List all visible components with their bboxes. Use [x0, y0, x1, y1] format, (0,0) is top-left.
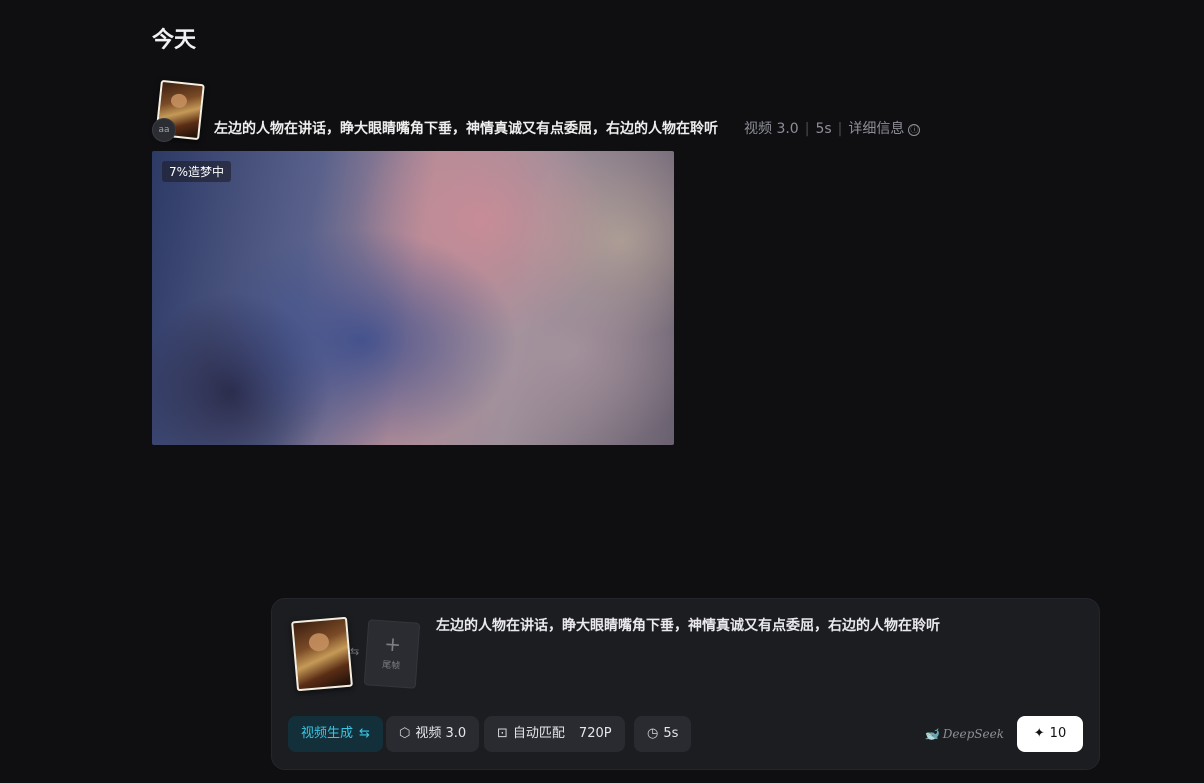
- generate-button[interactable]: ✦ 10: [1017, 716, 1083, 752]
- ratio-label: 自动匹配: [512, 726, 565, 741]
- generation-header: aa 左边的人物在讲话，睁大眼睛嘴角下垂，神情真诚又有点委屈，右边的人物在聆听 …: [152, 79, 1052, 142]
- duration-label: 5s: [663, 726, 679, 741]
- cube-icon: ⬡: [399, 726, 411, 741]
- duration-selector[interactable]: ◷ 5s: [634, 716, 692, 752]
- composer-panel: ⇆ + 尾帧 左边的人物在讲话，睁大眼睛嘴角下垂，神情真诚又有点委屈，右边的人物…: [271, 598, 1100, 770]
- section-title-today: 今天: [152, 28, 197, 53]
- divider: |: [804, 121, 810, 137]
- mode-selector[interactable]: 视频生成 ⇆: [288, 716, 383, 752]
- details-link[interactable]: 详细信息: [848, 121, 904, 137]
- progress-badge: 7%造梦中: [162, 161, 232, 182]
- prompt-input[interactable]: 左边的人物在讲话，睁大眼睛嘴角下垂，神情真诚又有点委屈，右边的人物在聆听: [436, 615, 940, 635]
- first-frame-image[interactable]: [291, 616, 353, 692]
- end-frame-label: 尾帧: [381, 660, 401, 672]
- provider-label: DeepSeek: [942, 727, 1004, 741]
- end-frame-upload[interactable]: + 尾帧: [363, 619, 421, 689]
- swap-frames-icon[interactable]: ⇆: [350, 645, 359, 658]
- mode-label: 视频生成: [301, 726, 354, 741]
- model-selector[interactable]: ⬡ 视频 3.0: [386, 716, 480, 752]
- deepseek-logo: 🐋 DeepSeek: [924, 727, 1004, 741]
- generation-model: 视频 3.0: [744, 121, 799, 137]
- credit-count: 10: [1049, 726, 1067, 741]
- info-icon[interactable]: ⓘ: [908, 124, 921, 136]
- sparkle-icon: ✦: [1033, 726, 1045, 741]
- clock-icon: ◷: [647, 726, 659, 741]
- avatar[interactable]: aa: [152, 118, 176, 142]
- swap-icon: ⇆: [359, 726, 370, 741]
- model-label: 视频 3.0: [415, 726, 467, 741]
- generation-duration: 5s: [815, 121, 832, 137]
- plus-icon: +: [383, 631, 402, 657]
- main-page: 今天 aa 左边的人物在讲话，睁大眼睛嘴角下垂，神情真诚又有点委屈，右边的人物在…: [0, 0, 1204, 783]
- divider: |: [837, 121, 843, 137]
- generation-meta: 视频 3.0 | 5s | 详细信息 ⓘ: [744, 118, 921, 138]
- resolution-label: 720P: [578, 726, 612, 741]
- generation-prompt: 左边的人物在讲话，睁大眼睛嘴角下垂，神情真诚又有点委屈，右边的人物在聆听: [214, 121, 718, 137]
- ratio-selector[interactable]: ⊡ 自动匹配 720P: [484, 716, 625, 752]
- aspect-ratio-icon: ⊡: [497, 726, 508, 741]
- video-preview[interactable]: 7%造梦中: [152, 151, 674, 445]
- whale-icon: 🐋: [924, 727, 939, 741]
